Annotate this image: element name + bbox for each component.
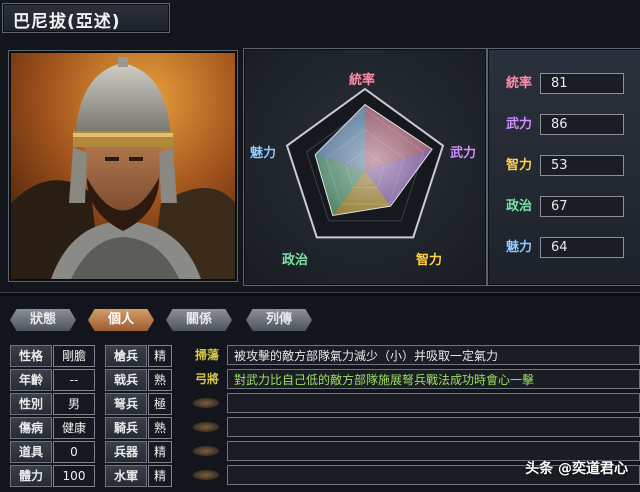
stat-value: 81 [540,73,624,94]
troop-label: 水軍 [105,465,147,487]
profile-value: 0 [53,441,95,463]
troop-value: 熟 [148,417,172,439]
profile-value: 健康 [53,417,95,439]
ability-radar-panel: 統率 武力 智力 政治 魅力 [243,48,487,286]
troop-label: 槍兵 [105,345,147,367]
skill-name: 弓將 [194,372,219,386]
radar-label-top: 統率 [349,73,376,88]
profile-value: 100 [53,465,95,487]
empty-skill-slot-icon [193,398,219,408]
empty-skill-slot-icon [193,446,219,456]
troop-label: 騎兵 [105,417,147,439]
troop-label: 弩兵 [105,393,147,415]
troop-value: 極 [148,393,172,415]
tab-biography[interactable]: 列傳 [246,309,312,331]
portrait-frame [8,50,238,282]
tab-status[interactable]: 狀態 [10,309,76,331]
empty-skill-slot-icon [193,470,219,480]
stat-value: 64 [540,237,624,258]
tab-personal[interactable]: 個人 [88,309,154,331]
officer-portrait [11,53,235,279]
troop-label: 兵器 [105,441,147,463]
stat-label: 統率 [505,76,532,91]
radar-label-left: 魅力 [250,146,277,161]
profile-value: 男 [53,393,95,415]
radar-label-right: 武力 [450,146,477,161]
troop-value: 精 [148,441,172,463]
profile-label: 性格 [10,345,52,367]
tab-relations[interactable]: 關係 [166,309,232,331]
officer-name-plate: 巴尼拔(亞述) [2,3,170,33]
troop-value: 熟 [148,369,172,391]
profile-label: 傷病 [10,417,52,439]
stat-value: 53 [540,155,624,176]
stat-label: 魅力 [505,240,532,255]
stat-value: 67 [540,196,624,217]
profile-label: 年齡 [10,369,52,391]
watermark: 头条 @奕道君心 [525,461,628,477]
radar-label-bottom-right: 智力 [416,253,443,268]
profile-label: 體力 [10,465,52,487]
empty-skill-slot-icon [193,422,219,432]
profile-label: 性別 [10,393,52,415]
troop-value: 精 [148,345,172,367]
skill-description [227,393,640,413]
troop-label: 戟兵 [105,369,147,391]
profile-label: 道具 [10,441,52,463]
section-divider [0,292,640,296]
skill-description: 對武力比自己低的敵方部隊施展弩兵戰法成功時會心一擊 [227,369,640,389]
stat-label: 政治 [505,199,532,214]
officer-name: 巴尼拔(亞述) [13,12,121,32]
profile-value: 剛膽 [53,345,95,367]
radar-label-bottom-left: 政治 [282,253,309,268]
stat-value: 86 [540,114,624,135]
stat-label: 智力 [505,158,532,173]
skill-name: 掃蕩 [194,348,219,362]
skill-description: 被攻擊的敵方部隊氣力減少（小）并吸取一定氣力 [227,345,640,365]
stat-label: 武力 [505,117,532,132]
troop-value: 精 [148,465,172,487]
skill-description [227,417,640,437]
profile-value: -- [53,369,95,391]
ability-stats-panel: 統率 81 武力 86 智力 53 政治 67 魅力 64 [487,48,640,286]
